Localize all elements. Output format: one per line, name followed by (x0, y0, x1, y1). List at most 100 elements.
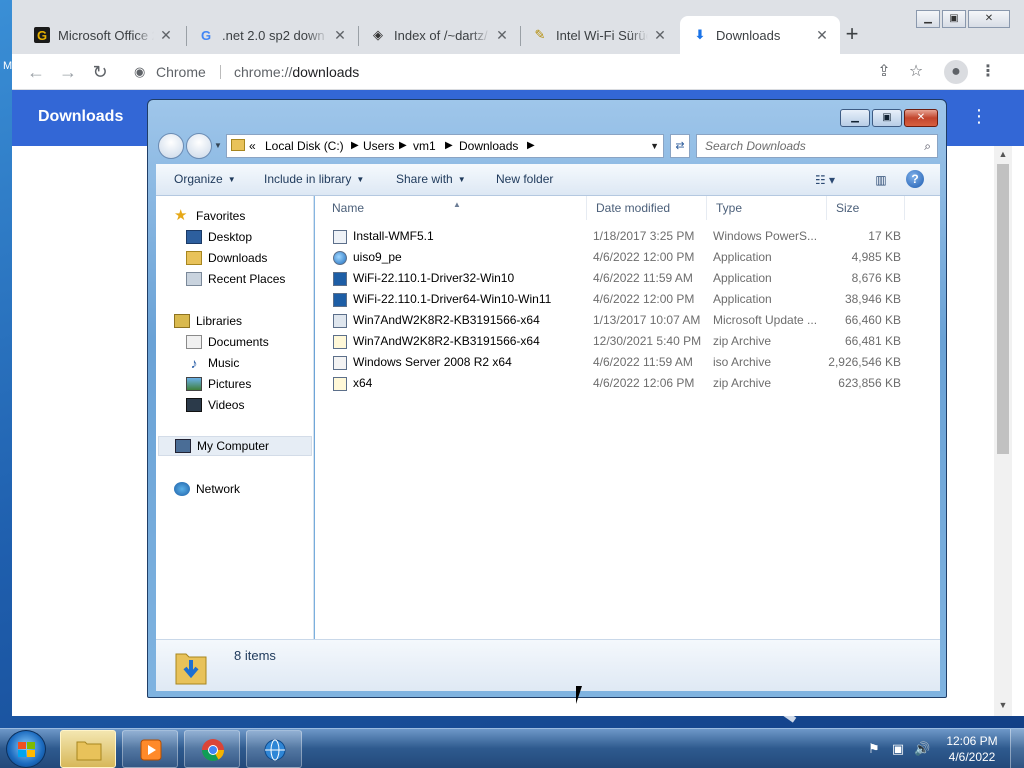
file-type: Microsoft Update ... (713, 313, 818, 327)
nav-pictures[interactable]: Pictures (186, 374, 251, 394)
explorer-close-button[interactable]: ✕ (904, 109, 938, 127)
downloads-menu-icon[interactable]: ⋮ (970, 106, 988, 127)
taskbar-media-player[interactable] (122, 730, 178, 768)
share-icon[interactable]: ⇪ (872, 60, 896, 84)
tab-close-icon[interactable]: ✕ (814, 27, 830, 44)
system-clock[interactable]: 12:06 PM 4/6/2022 (940, 733, 1004, 765)
column-header-type[interactable]: Type (707, 196, 827, 220)
nav-label: Favorites (196, 209, 246, 223)
nav-music[interactable]: ♪ Music (186, 353, 240, 373)
search-icon[interactable]: ⌕ (924, 135, 931, 157)
nav-desktop[interactable]: Desktop (186, 227, 252, 247)
view-options-icon[interactable]: ☷ ▾ (812, 170, 838, 190)
volume-icon[interactable]: 🔊 (914, 741, 930, 757)
breadcrumb-chevron-icon[interactable]: ▶ (399, 135, 407, 157)
nav-label: My Computer (197, 439, 270, 453)
nav-videos[interactable]: Videos (186, 395, 244, 415)
file-row[interactable]: Install-WMF5.1 1/18/2017 3:25 PM Windows… (323, 226, 923, 247)
tab-net-download[interactable]: G .net 2.0 sp2 down ✕ (186, 16, 358, 54)
share-with-button[interactable]: Share with ▼ (396, 172, 466, 186)
file-row[interactable]: Win7AndW2K8R2-KB3191566-x64 1/13/2017 10… (323, 310, 923, 331)
network-tray-icon[interactable]: ▣ (890, 741, 906, 757)
file-row[interactable]: WiFi-22.110.1-Driver32-Win10 4/6/2022 11… (323, 268, 923, 289)
taskbar-explorer[interactable] (60, 730, 116, 768)
new-folder-button[interactable]: New folder (496, 172, 553, 186)
breadcrumb-chevron-icon[interactable]: ▶ (527, 135, 535, 157)
recent-pages-chevron-icon[interactable]: ▼ (214, 141, 222, 150)
reload-icon[interactable]: ↻ (88, 60, 112, 84)
address-bar[interactable]: « Local Disk (C:) ▶ Users ▶ vm1 ▶ Downlo… (226, 134, 664, 158)
column-header-name[interactable]: Name ▲ (323, 196, 587, 220)
back-arrow-icon[interactable]: ← (24, 60, 48, 84)
nav-downloads[interactable]: Downloads (186, 248, 267, 268)
new-tab-button[interactable]: + (840, 22, 864, 46)
tab-close-icon[interactable]: ✕ (494, 27, 510, 44)
scroll-down-icon[interactable]: ▼ (997, 700, 1009, 710)
downloads-folder-icon (186, 251, 202, 265)
explorer-minimize-button[interactable]: ▁ (840, 109, 870, 127)
breadcrumb-overflow[interactable]: « (249, 135, 256, 157)
nav-network[interactable]: Network (174, 479, 240, 499)
page-scrollbar[interactable]: ▲ ▼ (994, 146, 1012, 716)
file-row[interactable]: WiFi-22.110.1-Driver64-Win10-Win11 4/6/2… (323, 289, 923, 310)
breadcrumb-chevron-icon[interactable]: ▶ (445, 135, 453, 157)
profile-avatar-icon[interactable]: ● (944, 60, 968, 84)
tab-close-icon[interactable]: ✕ (652, 27, 668, 44)
minimize-button[interactable]: ▁ (916, 10, 940, 28)
explorer-back-button[interactable] (158, 133, 184, 159)
explorer-forward-button[interactable] (186, 133, 212, 159)
file-type: Application (713, 271, 772, 285)
address-dropdown-icon[interactable]: ▼ (650, 135, 659, 157)
breadcrumb-downloads[interactable]: Downloads (459, 135, 518, 157)
nav-libraries[interactable]: Libraries (174, 311, 242, 331)
file-date: 12/30/2021 5:40 PM (593, 334, 702, 348)
windows-logo-icon (18, 742, 35, 757)
menu-kebab-icon[interactable]: ⋮ (976, 60, 1000, 84)
breadcrumb-users[interactable]: Users (363, 135, 394, 157)
breadcrumb-local-disk[interactable]: Local Disk (C:) (265, 135, 344, 157)
refresh-icon[interactable]: ⇄ (670, 134, 690, 158)
tab-downloads[interactable]: ⬇ Downloads ✕ (680, 16, 840, 54)
explorer-maximize-button[interactable]: ▣ (872, 109, 902, 127)
column-header-date[interactable]: Date modified (587, 196, 707, 220)
tab-close-icon[interactable]: ✕ (158, 27, 174, 44)
nav-recent-places[interactable]: Recent Places (186, 269, 285, 289)
breadcrumb-chevron-icon[interactable]: ▶ (351, 135, 359, 157)
close-button[interactable]: ✕ (968, 10, 1010, 28)
tab-close-icon[interactable]: ✕ (332, 27, 348, 44)
nav-label: Pictures (208, 377, 252, 391)
file-type: Application (713, 292, 772, 306)
breadcrumb-vm1[interactable]: vm1 (413, 135, 436, 157)
taskbar-chrome[interactable] (184, 730, 240, 768)
forward-arrow-icon[interactable]: → (56, 60, 80, 84)
action-center-flag-icon[interactable]: ⚑ (866, 741, 882, 757)
tab-microsoft-office[interactable]: G Microsoft Office 2 ✕ (22, 16, 184, 54)
file-row[interactable]: Windows Server 2008 R2 x64 4/6/2022 11:5… (323, 352, 923, 373)
file-name: x64 (353, 376, 373, 390)
preview-pane-icon[interactable]: ▥ (868, 170, 894, 190)
nav-favorites[interactable]: ★ Favorites (174, 206, 245, 226)
file-row[interactable]: x64 4/6/2022 12:06 PM zip Archive 623,85… (323, 373, 923, 394)
file-row[interactable]: uiso9_pe 4/6/2022 12:00 PM Application 4… (323, 247, 923, 268)
tab-intel-wifi[interactable]: ✎ Intel Wi-Fi Sürücü ✕ (520, 16, 678, 54)
show-desktop-button[interactable] (1010, 729, 1024, 768)
help-icon[interactable]: ? (906, 170, 924, 188)
tab-index-of[interactable]: ◈ Index of /~dartz/ ✕ (358, 16, 520, 54)
bookmark-star-icon[interactable]: ☆ (904, 60, 928, 84)
computer-icon (175, 439, 191, 453)
start-button[interactable] (6, 730, 46, 768)
scroll-up-icon[interactable]: ▲ (997, 149, 1009, 159)
nav-documents[interactable]: Documents (186, 332, 269, 352)
search-input[interactable]: Search Downloads ⌕ (696, 134, 938, 158)
organize-button[interactable]: Organize ▼ (174, 172, 236, 186)
tab-strip: G Microsoft Office 2 ✕ G .net 2.0 sp2 do… (12, 0, 1024, 54)
clock-date: 4/6/2022 (948, 750, 996, 764)
scrollbar-thumb[interactable] (997, 164, 1009, 454)
column-header-size[interactable]: Size (827, 196, 905, 220)
maximize-button[interactable]: ▣ (942, 10, 966, 28)
nav-my-computer[interactable]: My Computer (158, 436, 312, 456)
file-row[interactable]: Win7AndW2K8R2-KB3191566-x64 12/30/2021 5… (323, 331, 923, 352)
taskbar-internet-explorer[interactable] (246, 730, 302, 768)
include-in-library-button[interactable]: Include in library ▼ (264, 172, 364, 186)
chrome-logo-icon: ◉ (134, 64, 146, 79)
